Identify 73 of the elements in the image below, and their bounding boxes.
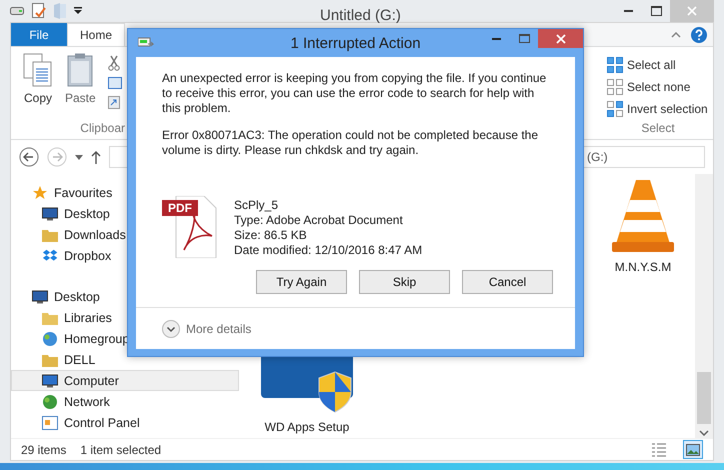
- minimize-icon: [492, 38, 500, 40]
- group-label: Select: [640, 121, 676, 137]
- scroll-thumb[interactable]: [697, 372, 711, 424]
- caret-icon[interactable]: [75, 154, 83, 160]
- back-icon[interactable]: [19, 147, 39, 167]
- search-field[interactable]: (G:): [581, 146, 705, 168]
- file-item[interactable]: M.N.Y.S.M: [593, 178, 693, 348]
- file-name: M.N.Y.S.M: [614, 260, 672, 274]
- grid-icon: [607, 57, 623, 73]
- globe-icon: [42, 330, 58, 346]
- window-title: Untitled (G:): [320, 7, 401, 24]
- nav-item[interactable]: Desktop: [11, 286, 239, 307]
- monitor-icon: [42, 206, 58, 220]
- file-type: Type: Adobe Acrobat Document: [234, 213, 404, 228]
- close-icon: [556, 34, 566, 44]
- traffic-cone-icon: [612, 178, 674, 254]
- up-arrow-icon[interactable]: [91, 150, 101, 164]
- shortcut-icon[interactable]: [108, 95, 120, 109]
- selection-count: 1 item selected: [80, 442, 162, 456]
- dropbox-icon: [42, 248, 58, 264]
- nav-item[interactable]: DELL: [11, 349, 239, 370]
- grid-icon: [607, 79, 623, 95]
- select-command[interactable]: Select all: [607, 57, 713, 73]
- close-button[interactable]: [538, 29, 583, 48]
- folder-icon: [42, 352, 58, 366]
- file-size: Size: 86.5 KB: [234, 228, 308, 243]
- chevron-down-icon: [162, 320, 180, 338]
- help-icon[interactable]: [691, 26, 707, 42]
- item-count: 29 items: [21, 442, 66, 456]
- globe-icon: [42, 394, 58, 410]
- dialog-button[interactable]: Skip: [359, 270, 450, 294]
- more-details-button[interactable]: More details: [162, 320, 252, 338]
- properties-icon[interactable]: [32, 3, 46, 19]
- dialog-button[interactable]: Cancel: [462, 270, 553, 294]
- select-command[interactable]: Invert selection: [607, 101, 713, 117]
- group-label: Clipboar: [79, 121, 125, 137]
- select-command[interactable]: Select none: [607, 79, 713, 95]
- drive-icon[interactable]: [10, 7, 24, 15]
- monitor-icon: [42, 374, 58, 388]
- paste-button[interactable]: Paste: [65, 53, 96, 121]
- file-date-modified: Date modified: 12/10/2016 8:47 AM: [234, 243, 422, 258]
- error-message: An unexpected error is keeping you from copying the file. If you continue to receive this error, you can use the error code to search for help with this problem.: [162, 71, 548, 116]
- customize-caret-icon[interactable]: [74, 7, 82, 15]
- error-code-message: Error 0x80071AC3: The operation could not be completed because the volume is dirty. Please run chkdsk and try again.: [162, 128, 540, 158]
- scissors-icon[interactable]: [108, 55, 120, 71]
- folder-icon: [42, 310, 58, 324]
- maximize-icon: [518, 34, 530, 43]
- scroll-down-icon[interactable]: [699, 430, 709, 436]
- large-icons-view-button[interactable]: [683, 440, 703, 459]
- dialog-title: 1 Interrupted Action: [290, 35, 421, 52]
- dialog-button[interactable]: Try Again: [256, 270, 347, 294]
- star-icon: [32, 184, 48, 200]
- scrollbar[interactable]: [695, 174, 713, 438]
- clipboard-icon: [67, 53, 94, 87]
- nav-item[interactable]: Computer: [11, 370, 239, 391]
- file-menu-tab[interactable]: File: [11, 23, 67, 46]
- monitor-icon: [32, 290, 48, 304]
- collapse-ribbon-icon[interactable]: [671, 32, 681, 38]
- minimize-icon: [624, 10, 632, 12]
- copy-button[interactable]: Copy: [23, 53, 53, 121]
- folder-icon: [42, 228, 58, 242]
- panel-icon: [42, 416, 58, 430]
- ribbon-tab[interactable]: Home: [67, 23, 125, 46]
- rename-icon[interactable]: [108, 77, 122, 89]
- maximize-icon: [650, 6, 662, 16]
- nav-item[interactable]: Control Panel: [11, 412, 239, 433]
- copy-transfer-icon: [138, 37, 154, 49]
- file-name: ScPly_5: [234, 198, 280, 213]
- file-name: WD Apps Setup: [264, 420, 350, 434]
- copy-icon: [23, 53, 53, 87]
- grid-icon: [607, 101, 623, 117]
- close-icon: [687, 6, 697, 16]
- nav-item[interactable]: Network: [11, 391, 239, 412]
